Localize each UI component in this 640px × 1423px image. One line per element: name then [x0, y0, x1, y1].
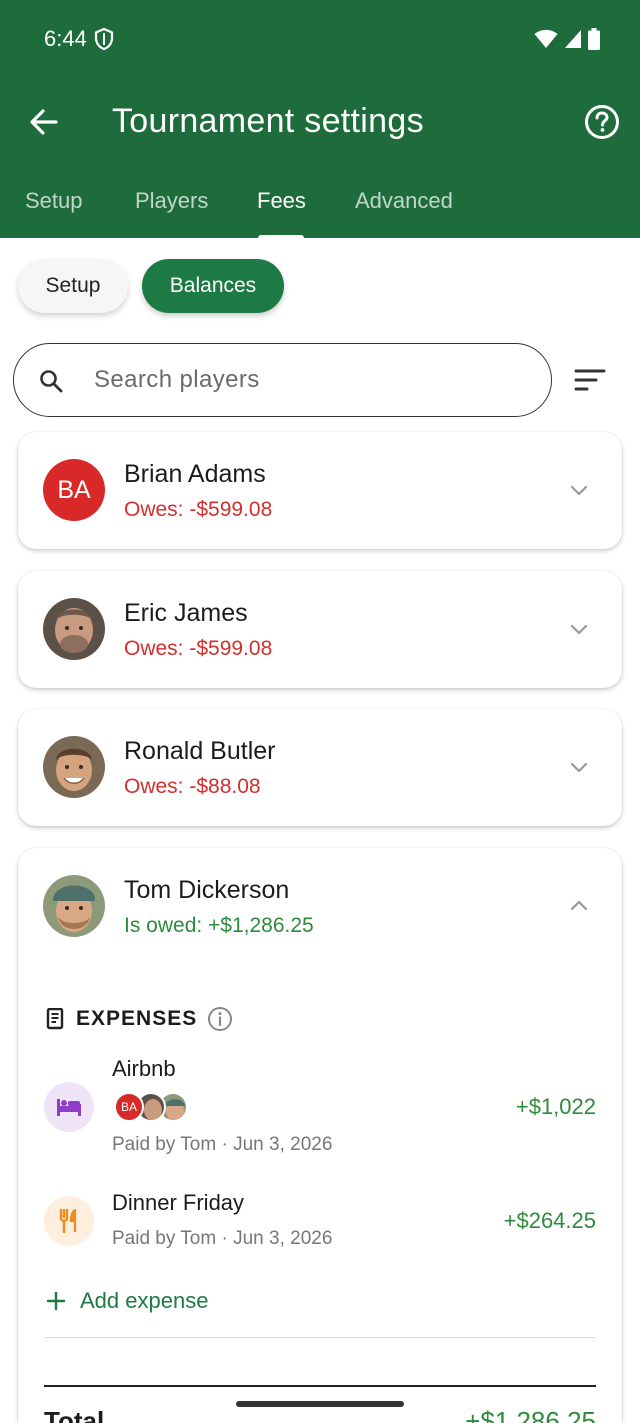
system-icons	[534, 28, 600, 50]
total-amount: +$1,286.25	[465, 1406, 596, 1423]
participant-avatar: BA	[114, 1092, 144, 1122]
title-row: Tournament settings	[0, 90, 640, 154]
player-card[interactable]: Ronald Butler Owes: -$88.08	[18, 709, 622, 826]
player-card-expanded[interactable]: Tom Dickerson Is owed: +$1,286.25 EXPENS…	[18, 848, 622, 1423]
expense-amount: +$1,022	[515, 1094, 596, 1119]
search-icon	[40, 370, 63, 393]
player-balance: Is owed: +$1,286.25	[124, 914, 314, 937]
plus-icon	[46, 1291, 66, 1311]
avatar	[43, 875, 105, 937]
avatar	[43, 736, 105, 798]
player-name: Ronald Butler	[124, 737, 276, 765]
total-label: Total	[44, 1406, 105, 1423]
help-icon[interactable]	[584, 104, 620, 140]
player-name: Tom Dickerson	[124, 876, 290, 904]
chevron-down-icon[interactable]	[567, 478, 591, 502]
chip-balances[interactable]: Balances	[142, 259, 284, 313]
player-name: Eric James	[124, 599, 248, 627]
gesture-nav-handle[interactable]	[236, 1401, 404, 1407]
chevron-down-icon[interactable]	[567, 617, 591, 641]
app-bar: 6:44 Tournament settings Setup Players F…	[0, 0, 640, 239]
tab-players[interactable]: Players	[135, 188, 208, 214]
divider	[44, 1337, 596, 1338]
player-balance: Owes: -$599.08	[124, 498, 273, 521]
chevron-down-icon[interactable]	[567, 755, 591, 779]
chevron-up-icon[interactable]	[567, 894, 591, 918]
restaurant-icon	[44, 1196, 94, 1246]
status-time: 6:44	[44, 26, 87, 51]
tab-setup[interactable]: Setup	[25, 188, 83, 214]
expense-name: Airbnb	[112, 1056, 176, 1081]
expense-meta: Paid by Tom · Jun 3, 2026	[112, 1134, 333, 1155]
player-name: Brian Adams	[124, 460, 266, 488]
search-input[interactable]: Search players	[13, 343, 552, 417]
signal-icon	[565, 30, 581, 48]
add-expense-label: Add expense	[80, 1288, 209, 1313]
shield-icon	[94, 28, 114, 50]
bed-icon	[44, 1082, 94, 1132]
tab-advanced[interactable]: Advanced	[355, 188, 453, 214]
avatar: BA	[43, 459, 105, 521]
tab-bar: Setup Players Fees Advanced	[0, 180, 640, 239]
wifi-icon	[534, 29, 558, 48]
player-balance: Owes: -$88.08	[124, 775, 261, 798]
search-placeholder: Search players	[94, 366, 260, 393]
info-icon[interactable]	[207, 1006, 233, 1032]
chip-setup[interactable]: Setup	[18, 259, 128, 313]
player-card[interactable]: BA Brian Adams Owes: -$599.08	[18, 432, 622, 549]
tab-fees[interactable]: Fees	[257, 188, 306, 214]
add-expense-button[interactable]: Add expense	[46, 1288, 208, 1314]
total-divider	[44, 1385, 596, 1387]
expense-meta: Paid by Tom · Jun 3, 2026	[112, 1228, 333, 1249]
back-arrow-icon[interactable]	[26, 104, 62, 140]
player-card[interactable]: Eric James Owes: -$599.08	[18, 571, 622, 688]
page-title: Tournament settings	[112, 102, 424, 140]
player-balance: Owes: -$599.08	[124, 637, 273, 660]
sort-icon[interactable]	[574, 366, 606, 394]
expense-amount: +$264.25	[503, 1208, 596, 1233]
status-bar: 6:44	[0, 0, 640, 80]
expense-name: Dinner Friday	[112, 1190, 245, 1215]
battery-icon	[588, 28, 600, 50]
active-tab-indicator	[258, 235, 304, 239]
avatar	[43, 598, 105, 660]
expenses-title: EXPENSES	[76, 1007, 198, 1030]
expenses-header: EXPENSES	[46, 1006, 233, 1032]
receipt-icon	[46, 1008, 64, 1030]
